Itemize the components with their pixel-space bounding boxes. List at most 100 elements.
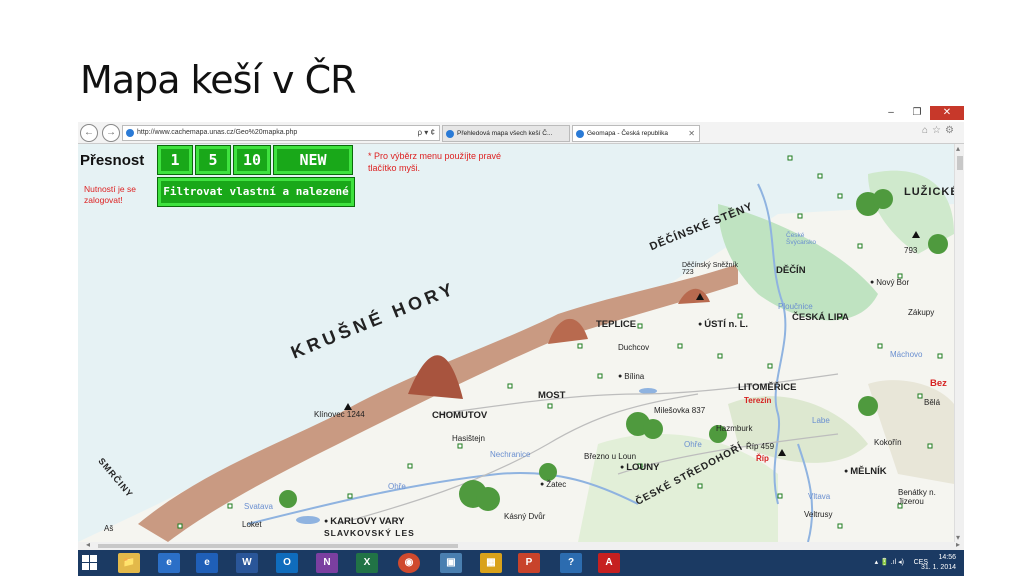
address-url: http://www.cachemapa.unas.cz/Geo%20mapka…	[137, 129, 298, 136]
chrome-icon[interactable]: ◉	[398, 553, 420, 573]
label-ceska-lipa: ČESKÁ LIPA	[792, 312, 849, 323]
label-hazmburk: Hazmburk	[716, 424, 753, 433]
label-louny: LOUNY	[620, 462, 659, 473]
label-as: Aš	[104, 524, 114, 533]
label-bilina: Bílina	[618, 372, 644, 381]
tab-prehledova-mapa[interactable]: Přehledová mapa všech keší Č...	[442, 125, 570, 142]
label-veltrusy: Veltrusy	[804, 510, 833, 519]
internet-explorer-2-icon[interactable]: e	[196, 553, 218, 573]
label-kasny-dvur: Kásný Dvůr	[504, 512, 546, 521]
label-benatky: Benátky n. Jizerou	[898, 488, 936, 506]
label-hasistejn: Hasištejn	[452, 434, 485, 443]
new-button[interactable]: NEW	[274, 146, 352, 174]
horizontal-scrollbar[interactable]: ◂ ▸	[78, 540, 964, 550]
label-terezin: Terezín	[744, 396, 772, 405]
label-labe: Labe	[812, 416, 830, 425]
label-zakupy: Zákupy	[908, 308, 935, 317]
slide-title: Mapa keší v ČR	[80, 58, 357, 102]
back-arrow-icon[interactable]: ←	[80, 124, 98, 142]
label-melnik: MĚLNÍK	[844, 466, 886, 477]
label-kokorin: Kokořín	[874, 438, 902, 447]
label-ohre-1: Ohře	[388, 482, 406, 491]
label-teplice: TEPLICE	[596, 319, 637, 330]
clock-date: 31. 1. 2014	[920, 564, 956, 571]
help-icon[interactable]: ?	[560, 553, 582, 573]
label-rip-459: Říp 459	[746, 442, 775, 451]
label-most: MOST	[538, 390, 566, 401]
label-chomutov: CHOMUTOV	[432, 410, 488, 421]
precision-1-button[interactable]: 1	[158, 146, 192, 174]
geocache-map[interactable]: Přesnost 1 5 10 NEW Filtrovat vlastní a …	[78, 144, 954, 542]
outlook-icon[interactable]: O	[276, 553, 298, 573]
tab-favicon-icon	[446, 130, 454, 138]
login-notice: Nutností je se zalogovat!	[84, 184, 136, 205]
internet-explorer-icon[interactable]: e	[158, 553, 180, 573]
tiles-app-icon[interactable]: ▦	[480, 553, 502, 573]
label-milesovka: Milešovka 837	[654, 406, 706, 415]
label-hora-793: 793	[904, 246, 918, 255]
label-ploucnice: Ploučnice	[778, 302, 813, 311]
vertical-scrollbar[interactable]: ▴ ▾	[954, 144, 964, 542]
clock[interactable]: 14:56 31. 1. 2014	[921, 553, 956, 573]
minimize-button[interactable]: –	[878, 106, 904, 120]
onenote-icon[interactable]: N	[316, 553, 338, 573]
clock-time: 14:56	[938, 554, 956, 561]
scroll-thumb[interactable]	[957, 156, 963, 170]
acrobat-icon[interactable]: A	[598, 553, 620, 573]
label-zatec: Žatec	[540, 480, 566, 489]
address-bar[interactable]: http://www.cachemapa.unas.cz/Geo%20mapka…	[122, 125, 440, 141]
forward-arrow-icon[interactable]: →	[102, 124, 120, 142]
precision-10-button[interactable]: 10	[234, 146, 270, 174]
browser-navbar: ← → http://www.cachemapa.unas.cz/Geo%20m…	[78, 122, 964, 144]
tab-favicon-icon	[576, 130, 584, 138]
scroll-thumb[interactable]	[98, 544, 458, 548]
browser-window: – ❐ ✕ ← → http://www.cachemapa.unas.cz/G…	[78, 106, 964, 550]
scroll-left-icon[interactable]: ◂	[86, 540, 90, 549]
word-icon[interactable]: W	[236, 553, 258, 573]
label-ohre-2: Ohře	[684, 440, 702, 449]
label-snezka: Děčínský Sněžník 723	[682, 262, 739, 276]
label-luzicke: LUŽICKÉ	[904, 186, 954, 198]
tab-close-icon[interactable]: ✕	[688, 126, 695, 141]
scroll-up-icon[interactable]: ▴	[956, 144, 960, 153]
home-favorites-settings-icons[interactable]: ⌂☆⚙	[922, 125, 958, 136]
label-novy-bor: Nový Bor	[870, 278, 909, 287]
label-svatava: Svatava	[244, 502, 273, 511]
tab-label: Geomapa - Česká republika	[587, 130, 668, 137]
address-tools[interactable]: ρ ▾ ¢	[418, 126, 435, 140]
system-tray-icons[interactable]: ▴ 🔋 .ıl ◂)	[875, 558, 904, 566]
label-slavkovsky-les: SLAVKOVSKÝ LES	[324, 528, 415, 538]
label-loket: Loket	[242, 520, 262, 529]
start-windows-icon[interactable]	[82, 555, 98, 571]
screen-app-icon[interactable]: ▣	[440, 553, 462, 573]
file-explorer-icon[interactable]: 📁	[118, 553, 140, 573]
powerpoint-icon[interactable]: P	[518, 553, 540, 573]
label-klinovec: Klínovec 1244	[314, 410, 365, 419]
label-usti: ÚSTÍ n. L.	[698, 319, 748, 330]
label-vltava: Vltava	[808, 492, 831, 501]
label-bela: Bělá	[924, 398, 941, 407]
label-decin: DĚČÍN	[776, 265, 806, 276]
label-rip: Říp	[756, 454, 769, 463]
label-nechranice: Nechranice	[490, 450, 531, 459]
label-ceske-svycarsko: České Švýcarsko	[786, 232, 816, 246]
label-brezno: Březno u Loun	[584, 452, 637, 461]
tab-label: Přehledová mapa všech keší Č...	[457, 130, 553, 137]
label-karlovy-vary: KARLOVY VARY	[324, 516, 404, 527]
taskbar: 📁 e e W O N X ◉ ▣ ▦ P ? A ▴ 🔋 .ıl ◂) CES…	[78, 550, 964, 576]
restore-button[interactable]: ❐	[904, 106, 930, 120]
label-machovo: Máchovo	[890, 350, 923, 359]
filter-own-found-button[interactable]: Filtrovat vlastní a nalezené	[158, 178, 354, 206]
tab-geomapa[interactable]: Geomapa - Česká republika ✕	[572, 125, 700, 142]
scroll-right-icon[interactable]: ▸	[956, 540, 960, 549]
ie-favicon-icon	[126, 129, 134, 137]
excel-icon[interactable]: X	[356, 553, 378, 573]
precision-5-button[interactable]: 5	[196, 146, 230, 174]
close-button[interactable]: ✕	[930, 106, 964, 120]
window-controls: – ❐ ✕	[878, 106, 964, 120]
menu-hint: * Pro výběrz menu použíjte pravé tlačítk…	[368, 151, 502, 173]
label-duchcov: Duchcov	[618, 343, 650, 352]
label-bez: Bez	[930, 378, 947, 389]
label-litomerice: LITOMĚŘICE	[738, 382, 797, 393]
presnost-label: Přesnost	[80, 152, 145, 169]
